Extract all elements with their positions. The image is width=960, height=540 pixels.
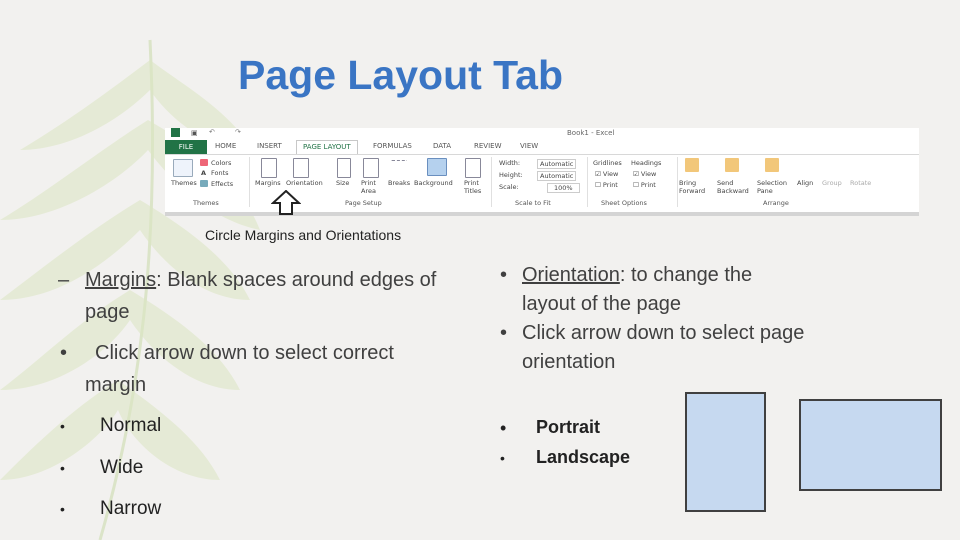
arrange-group-label: Arrange xyxy=(763,199,789,207)
page-setup-group-label: Page Setup xyxy=(345,199,382,207)
margin-option-normal: Normal xyxy=(100,415,162,436)
tab-file[interactable]: FILE xyxy=(165,140,207,154)
print-area-button[interactable]: Print Area xyxy=(361,179,383,195)
arrow-up-icon xyxy=(271,190,301,215)
margins-term: Margins xyxy=(85,269,157,291)
orientation-click-line2: orientation xyxy=(522,351,616,373)
margins-icon xyxy=(261,158,277,178)
scale-input[interactable]: 100% xyxy=(547,183,580,193)
tab-page-layout[interactable]: PAGE LAYOUT xyxy=(296,140,358,154)
effects-button[interactable]: Effects xyxy=(211,180,233,188)
margins-click-line1: Click arrow down to select correct xyxy=(95,342,394,364)
tab-data[interactable]: DATA xyxy=(433,142,451,150)
themes-group-label: Themes xyxy=(193,199,219,207)
page-title: Page Layout Tab xyxy=(238,52,564,98)
tab-review[interactable]: REVIEW xyxy=(474,142,501,150)
bullet: • xyxy=(60,418,65,434)
height-label: Height: xyxy=(499,171,523,179)
margin-option-narrow: Narrow xyxy=(100,498,162,519)
bullet: • xyxy=(500,322,508,344)
tab-formulas[interactable]: FORMULAS xyxy=(373,142,412,150)
margins-description: Margins: Blank spaces around edges of xyxy=(85,269,437,291)
effects-icon xyxy=(200,180,208,187)
bullet: • xyxy=(60,460,65,476)
quick-access-toolbar: ▣ ↶ ↷ Book1 - Excel xyxy=(165,128,919,139)
scale-group-label: Scale to Fit xyxy=(515,199,551,207)
print-titles-button[interactable]: Print Titles xyxy=(464,179,486,195)
sheet-options-group-label: Sheet Options xyxy=(601,199,647,207)
margin-option-wide: Wide xyxy=(100,457,144,478)
orientation-button[interactable]: Orientation xyxy=(286,179,323,187)
bring-forward-icon xyxy=(685,158,699,172)
width-label: Width: xyxy=(499,159,521,167)
portrait-page-shape xyxy=(685,392,766,512)
selection-pane-button[interactable]: Selection Pane xyxy=(757,179,791,195)
send-backward-icon xyxy=(725,158,739,172)
bullet: • xyxy=(500,450,505,466)
separator xyxy=(587,157,588,207)
breaks-button[interactable]: Breaks xyxy=(388,179,410,187)
orientation-description-cont: layout of the page xyxy=(522,293,682,315)
margins-click-line2: margin xyxy=(85,374,147,396)
tab-insert[interactable]: INSERT xyxy=(257,142,282,150)
window-title: Book1 - Excel xyxy=(567,129,615,137)
height-select[interactable]: Automatic xyxy=(537,171,577,181)
print-titles-icon xyxy=(465,158,481,178)
themes-button[interactable]: Themes xyxy=(171,179,197,187)
themes-icon xyxy=(173,159,193,177)
orientation-option-landscape: Landscape xyxy=(536,447,631,467)
bullet: • xyxy=(60,501,65,517)
redo-icon[interactable]: ↷ xyxy=(235,128,241,136)
save-icon[interactable]: ▣ xyxy=(191,129,198,137)
fonts-icon: A xyxy=(201,169,207,177)
orientation-term: Orientation xyxy=(522,264,620,286)
headings-label: Headings xyxy=(631,159,662,167)
ribbon-tabs: FILE HOME INSERT PAGE LAYOUT FORMULAS DA… xyxy=(165,140,919,155)
gridlines-print-checkbox[interactable]: ☐ Print xyxy=(595,181,618,189)
bullet: • xyxy=(500,264,508,286)
separator xyxy=(677,157,678,207)
click-bullet: • xyxy=(60,342,68,364)
width-select[interactable]: Automatic xyxy=(537,159,577,169)
bullet: • xyxy=(500,418,507,438)
orientation-description: Orientation: to change the xyxy=(522,264,753,286)
print-area-icon xyxy=(363,158,379,178)
separator xyxy=(491,157,492,207)
send-backward-button[interactable]: Send Backward xyxy=(717,179,755,195)
caption: Circle Margins and Orientations xyxy=(205,227,402,243)
scale-label: Scale: xyxy=(499,183,519,191)
gridlines-label: Gridlines xyxy=(593,159,622,167)
excel-logo-icon xyxy=(171,128,180,137)
colors-icon xyxy=(200,159,208,166)
breaks-icon xyxy=(391,160,407,175)
bring-forward-button[interactable]: Bring Forward xyxy=(679,179,713,195)
orientation-icon xyxy=(293,158,309,178)
headings-view-checkbox[interactable]: ☑ View xyxy=(633,170,656,178)
colors-button[interactable]: Colors xyxy=(211,159,231,167)
selection-pane-icon xyxy=(765,158,779,172)
background-icon xyxy=(427,158,447,176)
margins-description-cont: page xyxy=(85,301,130,323)
tab-home[interactable]: HOME xyxy=(215,142,236,150)
gridlines-view-checkbox[interactable]: ☑ View xyxy=(595,170,618,178)
size-icon xyxy=(337,158,351,178)
fonts-button[interactable]: Fonts xyxy=(211,169,229,177)
background-button[interactable]: Background xyxy=(414,179,453,187)
landscape-page-shape xyxy=(799,399,942,491)
rotate-button[interactable]: Rotate xyxy=(850,179,871,187)
orientation-click-line1: Click arrow down to select page xyxy=(522,322,805,344)
align-button[interactable]: Align xyxy=(797,179,813,187)
margins-dash: – xyxy=(58,269,70,291)
group-button[interactable]: Group xyxy=(822,179,842,187)
size-button[interactable]: Size xyxy=(336,179,349,187)
undo-icon[interactable]: ↶ xyxy=(209,128,215,136)
tab-view[interactable]: VIEW xyxy=(520,142,538,150)
margins-button[interactable]: Margins xyxy=(255,179,281,187)
orientation-option-portrait: Portrait xyxy=(536,417,601,437)
separator xyxy=(249,157,250,207)
headings-print-checkbox[interactable]: ☐ Print xyxy=(633,181,656,189)
